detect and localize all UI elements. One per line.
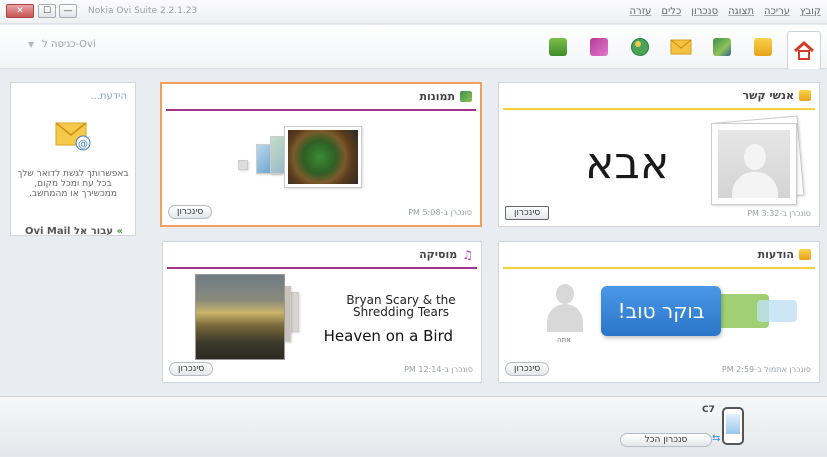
music-tile[interactable]: ♫ מוסיקה Bryan Scary & the Shredding Tea… [162,241,482,383]
menu-sync[interactable]: סנכרון [691,6,718,17]
device-bar: C7 סנכרון הכל ⇆ [0,396,827,457]
music-divider [167,267,477,269]
photos-tile[interactable]: תמונות סינכרון סונכרן ב-5:08 PM [160,82,482,227]
menu-help[interactable]: עזרה [630,6,652,17]
photos-icon[interactable] [705,31,739,63]
contact-big-name: אבא [585,138,670,189]
ovi-mail-link[interactable]: » עבור אל Ovi Mail [25,226,123,237]
messages-divider [503,267,815,269]
tip-panel: ...הידעת @ באפשרותך לגשת לדואר שלך בכל ע… [10,82,136,237]
contacts-footer: סינכרון סונכרן ב-3:32 PM [505,206,811,220]
ovi-login-dropdown[interactable]: ▼ כניסה ל-Ovi [28,39,96,50]
contacts-icon [799,90,811,101]
music-album: Heaven on a Bird [323,327,453,345]
phone-icon[interactable] [722,407,744,445]
messages-tile[interactable]: הודעות אתה בוקר טוב! סינכרון סונכרן אתמו… [498,241,820,383]
photos-icon [460,91,472,102]
contacts-sync-button[interactable]: סינכרון [505,206,550,220]
music-title: מוסיקה [419,248,458,261]
messages-title: הודעות [757,248,794,261]
home-icon[interactable] [787,31,821,69]
photos-footer: סינכרון סונכרן ב-5:08 PM [168,205,472,219]
message-bubble: בוקר טוב! [601,286,721,336]
photo-thumb-front [284,126,362,188]
app-title: Nokia Ovi Suite 2.2.1.23 [88,6,198,16]
tip-text: באפשרותך לגשת לדואר שלך בכל עת ומכל מקום… [17,169,129,199]
photos-sync-status: סונכרן ב-5:08 PM [408,207,472,217]
message-bubble-back2 [757,300,797,322]
contacts-sync-status: סונכרן ב-3:32 PM [747,208,811,218]
minimize-button[interactable]: — [59,4,77,18]
contacts-tile-header: אנשי קשר [499,83,819,108]
messages-icon [799,249,811,260]
menu-tools[interactable]: כלים [661,6,681,17]
menu-view[interactable]: תצוגה [728,6,754,17]
title-bar: ✕ ☐ — Nokia Ovi Suite 2.2.1.23 קובץ עריכ… [0,0,827,24]
contact-card [711,123,797,205]
menu-file[interactable]: קובץ [800,6,821,17]
photos-divider [166,109,476,111]
music-artist: Bryan Scary & the Shredding Tears [346,293,456,319]
menu-edit[interactable]: עריכה [764,6,790,17]
photos-tile-header: תמונות [162,84,480,109]
music-sync-button[interactable]: סינכרון [169,362,214,376]
messages-icon[interactable] [664,31,698,63]
messages-sync-button[interactable]: סינכרון [505,362,550,376]
avatar [718,130,790,198]
main-content: ...הידעת @ באפשרותך לגשת לדואר שלך בכל ע… [0,70,827,396]
store-icon[interactable] [541,31,575,63]
close-button[interactable]: ✕ [6,4,34,18]
maps-icon[interactable] [623,31,657,63]
tip-heading: ...הידעת [90,91,127,102]
envelope-icon: @ [55,121,93,151]
album-stack [195,274,305,360]
music-footer: סינכרון סונכרן ב-12:14 PM [169,362,473,376]
view-switcher [541,31,821,69]
device-name: C7 [702,405,715,415]
chevron-down-icon: ▼ [28,40,35,49]
photos-sync-button[interactable]: סינכרון [168,205,213,219]
photo-stack [234,122,374,192]
photo-thumb-small [238,160,248,170]
music-tile-header: ♫ מוסיקה [163,242,481,267]
maximize-button[interactable]: ☐ [38,4,56,18]
sync-arrows-icon: ⇆ [712,433,721,444]
messages-tile-header: הודעות [499,242,819,267]
album-cover [195,274,285,360]
photos-title: תמונות [419,90,455,103]
ovi-mail-link-label: עבור אל Ovi Mail [25,226,113,237]
messages-sync-status: סונכרן אתמול ב-2:59 PM [721,364,811,374]
contacts-tile[interactable]: אנשי קשר אבא סינכרון סונכרן ב-3:32 PM [498,82,820,227]
contacts-title: אנשי קשר [742,89,794,102]
sender-label: אתה [557,336,571,344]
ovi-login-label: כניסה ל-Ovi [42,39,96,50]
music-sync-status: סונכרן ב-12:14 PM [404,364,473,374]
messages-footer: סינכרון סונכרן אתמול ב-2:59 PM [505,362,811,376]
contacts-divider [503,108,815,110]
menu-bar: קובץ עריכה תצוגה סנכרון כלים עזרה [630,6,821,17]
music-icon[interactable] [582,31,616,63]
music-note-icon: ♫ [462,247,473,262]
sync-all-button[interactable]: סנכרון הכל [620,433,712,447]
contacts-icon[interactable] [746,31,780,63]
sender-avatar [547,284,583,332]
svg-text:@: @ [78,139,88,150]
toolbar: ▼ כניסה ל-Ovi [0,25,827,69]
